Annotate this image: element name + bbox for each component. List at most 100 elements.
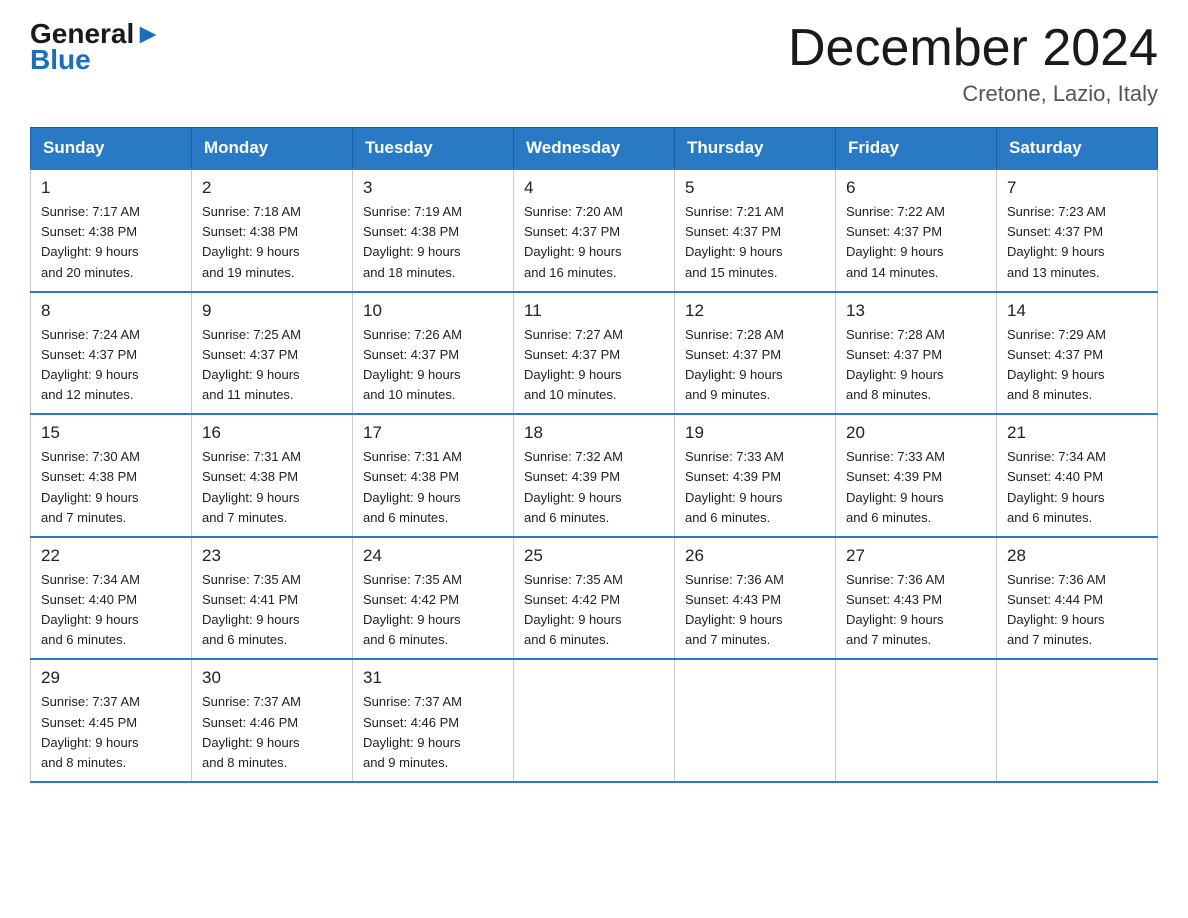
col-friday: Friday: [836, 128, 997, 170]
day-info: Sunrise: 7:33 AM Sunset: 4:39 PM Dayligh…: [685, 447, 825, 528]
page-header: General► Blue December 2024 Cretone, Laz…: [30, 20, 1158, 107]
table-row: 13 Sunrise: 7:28 AM Sunset: 4:37 PM Dayl…: [836, 292, 997, 415]
table-row: 7 Sunrise: 7:23 AM Sunset: 4:37 PM Dayli…: [997, 169, 1158, 292]
day-info: Sunrise: 7:37 AM Sunset: 4:45 PM Dayligh…: [41, 692, 181, 773]
day-number: 11: [524, 301, 664, 321]
day-number: 10: [363, 301, 503, 321]
day-info: Sunrise: 7:27 AM Sunset: 4:37 PM Dayligh…: [524, 325, 664, 406]
day-number: 27: [846, 546, 986, 566]
calendar-week-row: 29 Sunrise: 7:37 AM Sunset: 4:45 PM Dayl…: [31, 659, 1158, 782]
day-number: 1: [41, 178, 181, 198]
table-row: 28 Sunrise: 7:36 AM Sunset: 4:44 PM Dayl…: [997, 537, 1158, 660]
calendar-week-row: 15 Sunrise: 7:30 AM Sunset: 4:38 PM Dayl…: [31, 414, 1158, 537]
day-number: 23: [202, 546, 342, 566]
calendar-week-row: 1 Sunrise: 7:17 AM Sunset: 4:38 PM Dayli…: [31, 169, 1158, 292]
col-monday: Monday: [192, 128, 353, 170]
day-info: Sunrise: 7:29 AM Sunset: 4:37 PM Dayligh…: [1007, 325, 1147, 406]
day-number: 29: [41, 668, 181, 688]
day-info: Sunrise: 7:19 AM Sunset: 4:38 PM Dayligh…: [363, 202, 503, 283]
table-row: 12 Sunrise: 7:28 AM Sunset: 4:37 PM Dayl…: [675, 292, 836, 415]
day-info: Sunrise: 7:18 AM Sunset: 4:38 PM Dayligh…: [202, 202, 342, 283]
day-info: Sunrise: 7:34 AM Sunset: 4:40 PM Dayligh…: [1007, 447, 1147, 528]
day-info: Sunrise: 7:17 AM Sunset: 4:38 PM Dayligh…: [41, 202, 181, 283]
logo: General► Blue: [30, 20, 162, 76]
col-sunday: Sunday: [31, 128, 192, 170]
col-thursday: Thursday: [675, 128, 836, 170]
table-row: 17 Sunrise: 7:31 AM Sunset: 4:38 PM Dayl…: [353, 414, 514, 537]
table-row: 6 Sunrise: 7:22 AM Sunset: 4:37 PM Dayli…: [836, 169, 997, 292]
day-info: Sunrise: 7:28 AM Sunset: 4:37 PM Dayligh…: [685, 325, 825, 406]
table-row: 14 Sunrise: 7:29 AM Sunset: 4:37 PM Dayl…: [997, 292, 1158, 415]
table-row: 3 Sunrise: 7:19 AM Sunset: 4:38 PM Dayli…: [353, 169, 514, 292]
day-info: Sunrise: 7:28 AM Sunset: 4:37 PM Dayligh…: [846, 325, 986, 406]
table-row: 8 Sunrise: 7:24 AM Sunset: 4:37 PM Dayli…: [31, 292, 192, 415]
day-info: Sunrise: 7:20 AM Sunset: 4:37 PM Dayligh…: [524, 202, 664, 283]
table-row: 27 Sunrise: 7:36 AM Sunset: 4:43 PM Dayl…: [836, 537, 997, 660]
day-number: 19: [685, 423, 825, 443]
table-row: 30 Sunrise: 7:37 AM Sunset: 4:46 PM Dayl…: [192, 659, 353, 782]
location-title: Cretone, Lazio, Italy: [788, 81, 1158, 107]
day-number: 22: [41, 546, 181, 566]
day-info: Sunrise: 7:24 AM Sunset: 4:37 PM Dayligh…: [41, 325, 181, 406]
table-row: 1 Sunrise: 7:17 AM Sunset: 4:38 PM Dayli…: [31, 169, 192, 292]
day-info: Sunrise: 7:36 AM Sunset: 4:43 PM Dayligh…: [846, 570, 986, 651]
table-row: 31 Sunrise: 7:37 AM Sunset: 4:46 PM Dayl…: [353, 659, 514, 782]
day-info: Sunrise: 7:33 AM Sunset: 4:39 PM Dayligh…: [846, 447, 986, 528]
table-row: 23 Sunrise: 7:35 AM Sunset: 4:41 PM Dayl…: [192, 537, 353, 660]
table-row: [675, 659, 836, 782]
table-row: 9 Sunrise: 7:25 AM Sunset: 4:37 PM Dayli…: [192, 292, 353, 415]
table-row: 22 Sunrise: 7:34 AM Sunset: 4:40 PM Dayl…: [31, 537, 192, 660]
day-number: 18: [524, 423, 664, 443]
day-info: Sunrise: 7:35 AM Sunset: 4:42 PM Dayligh…: [524, 570, 664, 651]
day-number: 21: [1007, 423, 1147, 443]
day-number: 7: [1007, 178, 1147, 198]
day-number: 3: [363, 178, 503, 198]
day-number: 24: [363, 546, 503, 566]
col-saturday: Saturday: [997, 128, 1158, 170]
table-row: 10 Sunrise: 7:26 AM Sunset: 4:37 PM Dayl…: [353, 292, 514, 415]
table-row: 19 Sunrise: 7:33 AM Sunset: 4:39 PM Dayl…: [675, 414, 836, 537]
day-number: 8: [41, 301, 181, 321]
day-number: 28: [1007, 546, 1147, 566]
col-wednesday: Wednesday: [514, 128, 675, 170]
table-row: 2 Sunrise: 7:18 AM Sunset: 4:38 PM Dayli…: [192, 169, 353, 292]
day-number: 20: [846, 423, 986, 443]
day-info: Sunrise: 7:26 AM Sunset: 4:37 PM Dayligh…: [363, 325, 503, 406]
table-row: 15 Sunrise: 7:30 AM Sunset: 4:38 PM Dayl…: [31, 414, 192, 537]
table-row: 29 Sunrise: 7:37 AM Sunset: 4:45 PM Dayl…: [31, 659, 192, 782]
table-row: 26 Sunrise: 7:36 AM Sunset: 4:43 PM Dayl…: [675, 537, 836, 660]
day-info: Sunrise: 7:37 AM Sunset: 4:46 PM Dayligh…: [363, 692, 503, 773]
day-number: 17: [363, 423, 503, 443]
day-number: 30: [202, 668, 342, 688]
day-info: Sunrise: 7:22 AM Sunset: 4:37 PM Dayligh…: [846, 202, 986, 283]
day-number: 13: [846, 301, 986, 321]
logo-blue: Blue: [30, 44, 91, 76]
col-tuesday: Tuesday: [353, 128, 514, 170]
day-number: 12: [685, 301, 825, 321]
day-info: Sunrise: 7:37 AM Sunset: 4:46 PM Dayligh…: [202, 692, 342, 773]
calendar-header-row: Sunday Monday Tuesday Wednesday Thursday…: [31, 128, 1158, 170]
table-row: 11 Sunrise: 7:27 AM Sunset: 4:37 PM Dayl…: [514, 292, 675, 415]
calendar-week-row: 22 Sunrise: 7:34 AM Sunset: 4:40 PM Dayl…: [31, 537, 1158, 660]
table-row: 4 Sunrise: 7:20 AM Sunset: 4:37 PM Dayli…: [514, 169, 675, 292]
day-info: Sunrise: 7:34 AM Sunset: 4:40 PM Dayligh…: [41, 570, 181, 651]
table-row: 16 Sunrise: 7:31 AM Sunset: 4:38 PM Dayl…: [192, 414, 353, 537]
table-row: 20 Sunrise: 7:33 AM Sunset: 4:39 PM Dayl…: [836, 414, 997, 537]
day-number: 15: [41, 423, 181, 443]
table-row: [836, 659, 997, 782]
calendar-week-row: 8 Sunrise: 7:24 AM Sunset: 4:37 PM Dayli…: [31, 292, 1158, 415]
day-number: 2: [202, 178, 342, 198]
table-row: [514, 659, 675, 782]
day-number: 4: [524, 178, 664, 198]
day-info: Sunrise: 7:36 AM Sunset: 4:43 PM Dayligh…: [685, 570, 825, 651]
day-info: Sunrise: 7:25 AM Sunset: 4:37 PM Dayligh…: [202, 325, 342, 406]
day-number: 5: [685, 178, 825, 198]
day-info: Sunrise: 7:35 AM Sunset: 4:42 PM Dayligh…: [363, 570, 503, 651]
day-info: Sunrise: 7:35 AM Sunset: 4:41 PM Dayligh…: [202, 570, 342, 651]
day-info: Sunrise: 7:31 AM Sunset: 4:38 PM Dayligh…: [363, 447, 503, 528]
table-row: 25 Sunrise: 7:35 AM Sunset: 4:42 PM Dayl…: [514, 537, 675, 660]
table-row: 18 Sunrise: 7:32 AM Sunset: 4:39 PM Dayl…: [514, 414, 675, 537]
day-number: 26: [685, 546, 825, 566]
day-info: Sunrise: 7:23 AM Sunset: 4:37 PM Dayligh…: [1007, 202, 1147, 283]
day-number: 14: [1007, 301, 1147, 321]
